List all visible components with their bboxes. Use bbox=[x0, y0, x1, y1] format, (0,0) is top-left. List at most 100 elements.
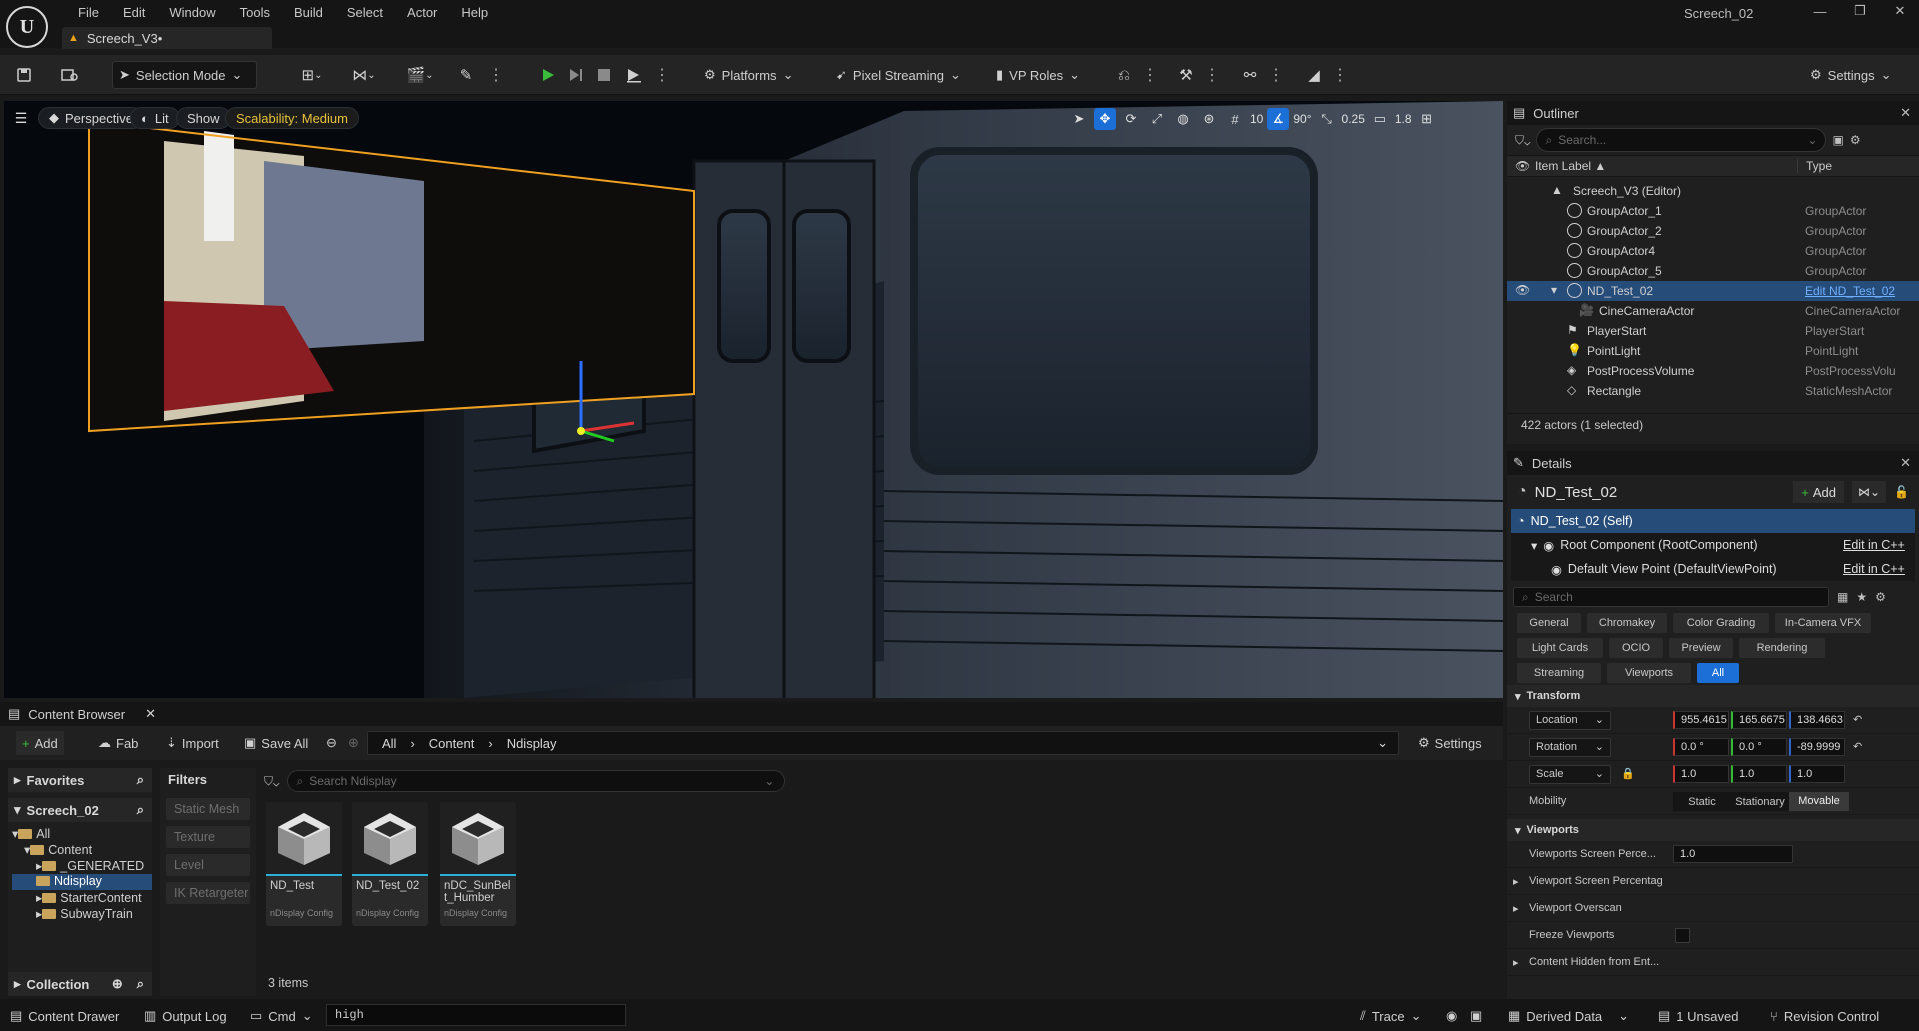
asset-tile[interactable]: nDC_SunBelt_Humber nDisplay Config bbox=[440, 802, 516, 926]
filter-texture[interactable]: Texture bbox=[166, 826, 250, 848]
add-folder-icon[interactable]: ▣ bbox=[1832, 133, 1843, 147]
menu-tools[interactable]: Tools bbox=[228, 5, 282, 20]
show-button[interactable]: Show bbox=[176, 107, 231, 129]
edit-in-cpp-link[interactable]: Edit in C++ bbox=[1843, 562, 1905, 576]
unreal-logo-icon[interactable]: U bbox=[6, 6, 48, 48]
tree-item-subwaytrain[interactable]: ▸ SubwayTrain bbox=[12, 906, 152, 922]
category-light-cards[interactable]: Light Cards bbox=[1517, 638, 1603, 658]
cmd-dropdown[interactable]: ▭ Cmd ⌄ bbox=[250, 1007, 313, 1025]
cinematics-icon[interactable]: 🎬 ⌄ bbox=[400, 61, 440, 89]
outliner-row[interactable]: 🎥 CineCameraActor CineCameraActor bbox=[1507, 301, 1919, 321]
play-icon[interactable] bbox=[534, 61, 562, 89]
outliner-row[interactable]: GroupActor4 GroupActor bbox=[1507, 241, 1919, 261]
tree-item-startercontent[interactable]: ▸ StarterContent bbox=[12, 890, 152, 906]
outliner-row[interactable]: GroupActor_5 GroupActor bbox=[1507, 261, 1919, 281]
search-icon[interactable]: ⌕ bbox=[137, 772, 144, 788]
ndisplay-icon[interactable]: ◢ bbox=[1300, 61, 1328, 89]
tree-item-ndisplay[interactable]: Ndisplay bbox=[12, 874, 152, 890]
scale-snap-icon[interactable]: ⤡ bbox=[1316, 108, 1338, 130]
gear-icon[interactable]: ⚙ bbox=[1850, 133, 1861, 147]
asset-search-input[interactable]: ⌕ Search Ndisplay ⌄ bbox=[287, 770, 786, 792]
step-icon[interactable] bbox=[562, 61, 590, 89]
column-item-label[interactable]: Item Label ▲ bbox=[1535, 159, 1606, 173]
blueprint-options-button[interactable]: ⋈⌄ bbox=[1851, 481, 1887, 503]
output-log-button[interactable]: ▥ Output Log bbox=[144, 1007, 227, 1025]
rotation-snap-value[interactable]: 90° bbox=[1293, 112, 1311, 126]
more-options-icon-2[interactable]: ⋮ bbox=[1136, 61, 1164, 89]
filter-static-mesh[interactable]: Static Mesh bbox=[166, 798, 250, 820]
location-dropdown[interactable]: Location ⌄ bbox=[1529, 711, 1611, 730]
category-streaming[interactable]: Streaming bbox=[1517, 663, 1601, 683]
favorite-star-icon[interactable]: ★ bbox=[1856, 590, 1867, 604]
lock-icon[interactable]: 🔒 bbox=[1621, 767, 1635, 780]
filter-level[interactable]: Level bbox=[166, 854, 250, 876]
close-icon[interactable]: ✕ bbox=[145, 706, 156, 722]
category-ocio[interactable]: OCIO bbox=[1609, 638, 1663, 658]
maximize-button[interactable]: ❐ bbox=[1840, 3, 1880, 19]
asset-tile[interactable]: ND_Test_02 nDisplay Config bbox=[352, 802, 428, 926]
mobility-movable[interactable]: Movable bbox=[1789, 792, 1849, 811]
rotate-tool-icon[interactable]: ⟳ bbox=[1120, 108, 1142, 130]
outliner-row[interactable]: ▲ Screech_V3 (Editor) bbox=[1507, 181, 1919, 201]
category-preview[interactable]: Preview bbox=[1669, 638, 1733, 658]
category-rendering[interactable]: Rendering bbox=[1739, 638, 1825, 658]
lit-button[interactable]: ◐ Lit bbox=[130, 107, 180, 129]
menu-build[interactable]: Build bbox=[282, 5, 335, 20]
content-browser-tab[interactable]: Content Browser bbox=[28, 707, 125, 722]
component-default-viewpoint[interactable]: ◉ Default View Point (DefaultViewPoint) Ed… bbox=[1511, 557, 1915, 581]
visibility-eye-icon[interactable]: 👁 bbox=[1515, 283, 1530, 297]
reset-arrow-icon[interactable]: ↶ bbox=[1853, 713, 1862, 726]
settings-dropdown[interactable]: ⚙ Settings ⌄ bbox=[1804, 61, 1898, 89]
mobility-static[interactable]: Static bbox=[1673, 796, 1731, 808]
location-x-field[interactable]: 955.4615 bbox=[1673, 711, 1729, 729]
details-search-input[interactable]: ⌕ Search bbox=[1513, 587, 1829, 607]
tree-item-content[interactable]: ▾ Content bbox=[12, 842, 152, 858]
scale-z-field[interactable]: 1.0 bbox=[1789, 765, 1845, 783]
transform-section-header[interactable]: ▾ Transform bbox=[1507, 685, 1919, 707]
layout-icon[interactable]: ⊞ bbox=[1416, 108, 1438, 130]
outliner-row[interactable]: ◈ PostProcessVolume PostProcessVolu bbox=[1507, 361, 1919, 381]
rotation-x-field[interactable]: 0.0 ° bbox=[1673, 738, 1729, 756]
freeze-viewports-checkbox[interactable] bbox=[1675, 928, 1690, 943]
scale-tool-icon[interactable]: ⤢ bbox=[1146, 108, 1168, 130]
close-window-button[interactable]: ✕ bbox=[1880, 3, 1919, 19]
camera-speed-icon[interactable]: ▭ bbox=[1369, 108, 1391, 130]
location-z-field[interactable]: 138.4663 bbox=[1789, 711, 1845, 729]
derived-data-dropdown[interactable]: ▦ Derived Data ⌄ bbox=[1508, 1007, 1629, 1025]
scale-x-field[interactable]: 1.0 bbox=[1673, 765, 1729, 783]
component-self[interactable]: ◔ ND_Test_02 (Self) bbox=[1511, 509, 1915, 533]
menu-window[interactable]: Window bbox=[157, 5, 227, 20]
menu-actor[interactable]: Actor bbox=[395, 5, 449, 20]
category-viewports[interactable]: Viewports bbox=[1607, 663, 1691, 683]
grid-size-value[interactable]: 10 bbox=[1250, 112, 1263, 126]
history-back-button[interactable]: ⊖ bbox=[320, 731, 343, 755]
fab-button[interactable]: ☁ Fab bbox=[92, 731, 144, 755]
selection-mode-dropdown[interactable]: ➤ Selection Mode ⌄ bbox=[112, 61, 257, 89]
translate-tool-icon[interactable]: ✥ bbox=[1094, 108, 1116, 130]
gear-icon[interactable]: ⚙ bbox=[1875, 590, 1886, 604]
outliner-row[interactable]: GroupActor_1 GroupActor bbox=[1507, 201, 1919, 221]
cb-settings-button[interactable]: ⚙ Settings bbox=[1412, 731, 1488, 755]
more-options-icon-3[interactable]: ⋮ bbox=[1198, 61, 1226, 89]
category-chromakey[interactable]: Chromakey bbox=[1587, 613, 1667, 633]
outliner-row[interactable]: ◇ Rectangle StaticMeshActor bbox=[1507, 381, 1919, 401]
pixel-streaming-dropdown[interactable]: ➹ Pixel Streaming ⌄ bbox=[830, 61, 967, 89]
viewport-overscan-row[interactable]: ▸ Viewport Overscan bbox=[1507, 895, 1919, 922]
rotation-snap-icon[interactable]: ∡ bbox=[1267, 108, 1290, 130]
scale-snap-value[interactable]: 0.25 bbox=[1342, 112, 1365, 126]
content-browse-icon[interactable] bbox=[56, 61, 84, 89]
crumb-all[interactable]: All bbox=[382, 736, 396, 751]
surface-snap-icon[interactable]: ⊛ bbox=[1198, 108, 1220, 130]
more-options-icon-4[interactable]: ⋮ bbox=[1262, 61, 1290, 89]
revision-control-button[interactable]: ⑂ Revision Control bbox=[1770, 1007, 1879, 1025]
reset-arrow-icon[interactable]: ↶ bbox=[1853, 740, 1862, 753]
scale-dropdown[interactable]: Scale ⌄ bbox=[1529, 765, 1611, 784]
scale-y-field[interactable]: 1.0 bbox=[1731, 765, 1787, 783]
tree-item-generated[interactable]: ▸ _GENERATED bbox=[12, 858, 152, 874]
select-tool-icon[interactable]: ➤ bbox=[1068, 108, 1090, 130]
blueprint-icon[interactable]: ⋈ ⌄ bbox=[344, 61, 384, 89]
outliner-row[interactable]: GroupActor_2 GroupActor bbox=[1507, 221, 1919, 241]
save-icon[interactable] bbox=[10, 61, 38, 89]
screenshot-icon[interactable]: ▣ bbox=[1470, 1007, 1482, 1025]
filter-ik-retargeter[interactable]: IK Retargeter bbox=[166, 882, 250, 904]
